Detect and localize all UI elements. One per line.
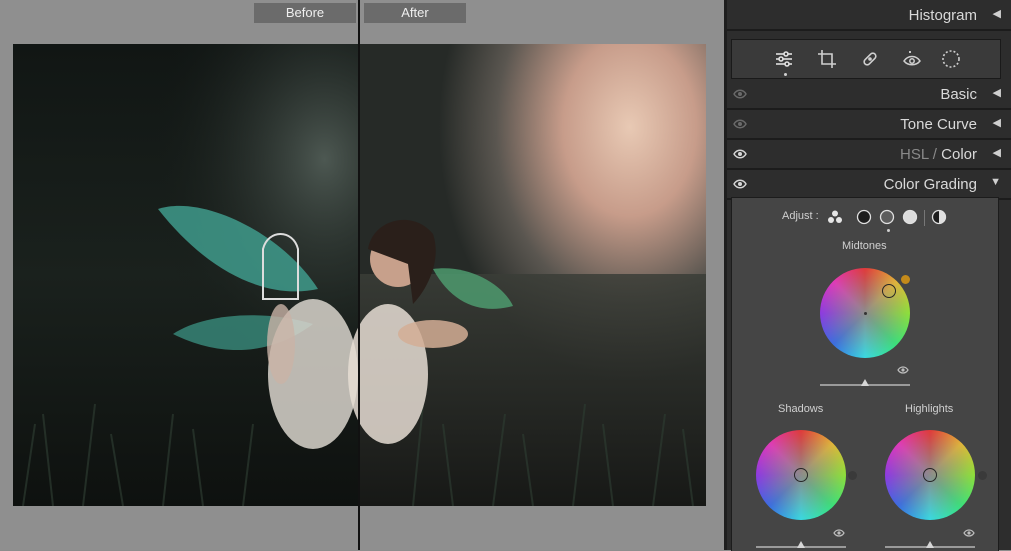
visibility-eye-icon[interactable]: [733, 88, 747, 100]
collapse-arrow-icon: ◀: [992, 8, 1001, 20]
highlights-visibility-eye-icon[interactable]: [963, 528, 975, 538]
tab-separator: /: [928, 146, 942, 163]
adjust-divider: [924, 210, 925, 226]
global-icon[interactable]: [931, 209, 947, 225]
visibility-eye-icon[interactable]: [733, 148, 747, 160]
collapse-arrow-icon: ◀: [992, 117, 1001, 129]
shadows-luminance-thumb[interactable]: [797, 541, 805, 548]
red-eye-icon[interactable]: [902, 49, 922, 69]
shadows-color-swatch[interactable]: [848, 471, 857, 480]
adjust-label: Adjust :: [782, 210, 819, 222]
section-title: HSL / Color: [900, 146, 977, 163]
expand-arrow-icon: ▼: [990, 176, 1001, 188]
healing-icon[interactable]: [860, 49, 880, 69]
active-tool-indicator: [784, 73, 787, 76]
midtones-color-swatch[interactable]: [901, 275, 910, 284]
midtones-hue-handle[interactable]: [882, 284, 896, 298]
highlights-luminance-thumb[interactable]: [926, 541, 934, 548]
highlights-color-swatch[interactable]: [978, 471, 987, 480]
section-title: Tone Curve: [900, 116, 977, 133]
tone-curve-section-header[interactable]: Tone Curve ◀: [727, 111, 1011, 140]
visibility-eye-icon[interactable]: [733, 178, 747, 190]
develop-panel: Histogram ◀ Basic ◀ Tone Curve ◀ HSL / C…: [727, 0, 1011, 551]
midtones-label: Midtones: [842, 240, 887, 252]
tool-strip: [731, 39, 1001, 79]
masking-icon[interactable]: [941, 49, 961, 69]
highlights-hue-handle[interactable]: [923, 468, 937, 482]
shadows-label: Shadows: [778, 403, 824, 415]
section-title: Basic: [940, 86, 977, 103]
section-title: Histogram: [908, 7, 977, 24]
before-after-preview: Before After: [0, 0, 724, 550]
color-grading-section-header[interactable]: Color Grading ▼: [727, 171, 1011, 200]
shadows-icon[interactable]: [856, 209, 872, 225]
selected-mode-indicator: [887, 229, 890, 232]
highlights-label: Highlights: [905, 403, 954, 415]
before-after-divider[interactable]: [358, 0, 360, 550]
three-way-icon[interactable]: [827, 209, 843, 225]
before-label: Before: [254, 3, 356, 23]
color-grading-body: Adjust : Midtones Shadows Highlights: [731, 197, 999, 551]
hsl-tab[interactable]: HSL: [900, 146, 929, 163]
midtones-visibility-eye-icon[interactable]: [897, 365, 909, 375]
hsl-color-section-header[interactable]: HSL / Color ◀: [727, 141, 1011, 170]
section-title: Color Grading: [883, 176, 977, 193]
highlights-icon[interactable]: [902, 209, 918, 225]
visibility-eye-icon[interactable]: [733, 118, 747, 130]
crop-icon[interactable]: [817, 49, 837, 69]
after-label: After: [364, 3, 466, 23]
midtones-center-dot: [864, 312, 867, 315]
midtones-icon[interactable]: [879, 209, 895, 225]
shadows-visibility-eye-icon[interactable]: [833, 528, 845, 538]
shadows-hue-handle[interactable]: [794, 468, 808, 482]
collapse-arrow-icon: ◀: [992, 87, 1001, 99]
midtones-luminance-thumb[interactable]: [861, 379, 869, 386]
color-tab[interactable]: Color: [941, 146, 977, 163]
histogram-section-header[interactable]: Histogram ◀: [727, 2, 1011, 31]
edit-sliders-icon[interactable]: [774, 49, 794, 69]
basic-section-header[interactable]: Basic ◀: [727, 81, 1011, 110]
collapse-arrow-icon: ◀: [992, 147, 1001, 159]
